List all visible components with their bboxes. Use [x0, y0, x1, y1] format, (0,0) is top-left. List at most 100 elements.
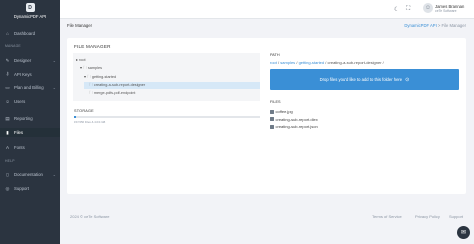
sidebar-item-fonts[interactable]: A Fonts [0, 143, 60, 152]
sidebar-item-label: Reporting [14, 116, 33, 121]
tree-item-samples[interactable]: ▾ 🗀 samples [80, 65, 102, 72]
sidebar-item-label: Plan and Billing [14, 85, 44, 90]
users-icon: ☺ [5, 98, 10, 104]
sidebar-item-label: Support [14, 186, 30, 191]
tree-item-creating-a-sub-report-designer[interactable]: 🗀 creating-a-sub-report-designer [89, 83, 145, 89]
breadcrumb-current: File Manager [441, 23, 466, 28]
file-dropzone[interactable]: Drop files you'd like to add to this fol… [270, 69, 459, 90]
key-icon: ⚷ [5, 71, 10, 76]
file-item[interactable]: creating-sub-report.dlex [270, 117, 318, 122]
path-label: PATH [270, 53, 280, 57]
chevron-down-icon: ⌄ [52, 85, 56, 90]
sidebar-item-label: Files [14, 130, 24, 135]
sidebar-item-api-keys[interactable]: ⚷ API Keys [0, 70, 60, 79]
support-icon: ◎ [5, 185, 10, 191]
fonts-icon: A [5, 145, 9, 150]
footer-link-terms[interactable]: Terms of Service [372, 214, 402, 219]
sidebar-item-reporting[interactable]: ▤ Reporting [0, 114, 60, 123]
sidebar-item-label: Designer [14, 58, 32, 63]
files-icon: ▮ [6, 129, 9, 135]
footer-link-support[interactable]: Support [449, 214, 463, 219]
tree-item-root[interactable]: ▸ root [76, 57, 86, 62]
file-item[interactable]: creating-sub-report.json [270, 124, 318, 129]
sidebar-item-files[interactable]: ▮ Files [0, 128, 60, 137]
path-breadcrumb: root / samples / getting-started / creat… [270, 60, 384, 65]
sidebar-item-support[interactable]: ◎ Support [0, 184, 60, 193]
dashboard-icon: ⌂ [6, 31, 9, 36]
breadcrumb-root[interactable]: DynamicPDF API [404, 23, 436, 28]
file-item[interactable]: coffee.jpg [270, 109, 293, 114]
chat-icon: ✉ [460, 230, 467, 236]
fullscreen-icon[interactable]: ⛶ [406, 6, 410, 13]
tree-item-label: root [78, 58, 86, 62]
upload-icon: ⊙ [405, 76, 410, 83]
sidebar-item-label: Dashboard [14, 31, 36, 36]
file-name: coffee.jpg [275, 109, 293, 114]
path-segment-root[interactable]: root [270, 60, 277, 65]
footer-copyright: 2024 © ceTe Software [70, 214, 110, 219]
tree-item-label: samples [87, 66, 102, 70]
sidebar-item-dashboard[interactable]: ⌂ Dashboard [0, 29, 60, 38]
page-title: File Manager [67, 23, 93, 28]
folder-open-icon: ▾ 🗀 [80, 66, 87, 70]
storage-progress-fill [74, 116, 76, 118]
brand-logo: D [25, 3, 35, 12]
tree-item-label: merge-pdfs-pdf-endpoint [93, 91, 136, 95]
sidebar-item-label: Documentation [14, 172, 43, 177]
moon-icon[interactable]: ☾ [394, 6, 399, 13]
caret-right-icon: ▸ [76, 58, 78, 62]
chevron-down-icon: ⌄ [52, 172, 56, 177]
tree-item-getting-started[interactable]: ▾ 🗀 getting-started [84, 74, 116, 81]
file-manager-title: FILE MANAGER [74, 44, 111, 49]
brand-name: DynamicPDF API [13, 14, 47, 19]
section-label-manage: MANAGE [5, 44, 21, 48]
path-separator: / [296, 60, 298, 65]
user-name[interactable]: James Brannan [435, 4, 464, 9]
path-segment-getting-started[interactable]: getting-started [299, 60, 325, 65]
chat-button[interactable]: ✉ [457, 226, 470, 239]
file-icon [270, 124, 274, 129]
storage-usage-text: 157/256 Files & 4.0/4 GB [74, 120, 106, 124]
sidebar-item-plan-and-billing[interactable]: ▭ Plan and Billing ⌄ [0, 83, 60, 92]
dropzone-text: Drop files you'd like to add to this fol… [319, 77, 403, 82]
folder-open-icon: ▾ 🗀 [84, 75, 91, 79]
user-org: ceTe Software [435, 9, 457, 13]
sidebar-item-users[interactable]: ☺ Users [0, 97, 60, 106]
path-trailing: / [382, 60, 384, 65]
footer-link-privacy[interactable]: Privacy Policy [415, 214, 440, 219]
section-label-help: HELP [5, 159, 15, 163]
folder-icon: 🗀 [89, 91, 93, 95]
documentation-icon: ▯ [6, 171, 9, 177]
path-current: creating-a-sub-report-designer [327, 60, 382, 65]
tree-item-label: creating-a-sub-report-designer [93, 83, 146, 87]
topbar [60, 0, 474, 19]
path-separator: / [278, 60, 280, 65]
image-file-icon [270, 109, 274, 114]
sidebar-item-label: API Keys [14, 71, 32, 77]
path-segment-samples[interactable]: samples [280, 60, 295, 65]
folder-tree: ▸ root ▾ 🗀 samples ▾ 🗀 getting-started 🗀… [73, 53, 260, 101]
breadcrumb: DynamicPDF API > File Manager [404, 23, 466, 28]
path-separator: / [325, 60, 327, 65]
sidebar-item-designer[interactable]: ✎ Designer ⌄ [0, 56, 60, 65]
billing-icon: ▭ [5, 84, 10, 90]
user-avatar-icon[interactable]: ☺ [423, 3, 433, 13]
file-name: creating-sub-report.json [275, 124, 318, 129]
tree-item-label: getting-started [91, 75, 117, 79]
file-manager-card: FILE MANAGER ▸ root ▾ 🗀 samples ▾ 🗀 gett… [67, 38, 466, 194]
sidebar-item-label: Users [14, 98, 26, 104]
sidebar-item-documentation[interactable]: ▯ Documentation ⌄ [0, 170, 60, 179]
storage-progress-bar [74, 116, 260, 118]
sidebar-item-label: Fonts [14, 145, 25, 150]
folder-icon: 🗀 [89, 83, 93, 87]
file-name: creating-sub-report.dlex [275, 116, 318, 122]
sidebar: D DynamicPDF API MANAGE ⌂ Dashboard ✎ Desi… [0, 0, 60, 244]
file-icon [270, 117, 274, 121]
designer-icon: ✎ [5, 57, 10, 63]
tree-item-merge-pdfs-pdf-endpoint[interactable]: 🗀 merge-pdfs-pdf-endpoint [89, 91, 135, 97]
chevron-down-icon: ⌄ [52, 58, 56, 63]
files-label: FILES [270, 100, 281, 104]
reporting-icon: ▤ [5, 115, 10, 121]
brand[interactable]: D DynamicPDF API [0, 3, 60, 19]
breadcrumb-separator: > [437, 23, 441, 28]
